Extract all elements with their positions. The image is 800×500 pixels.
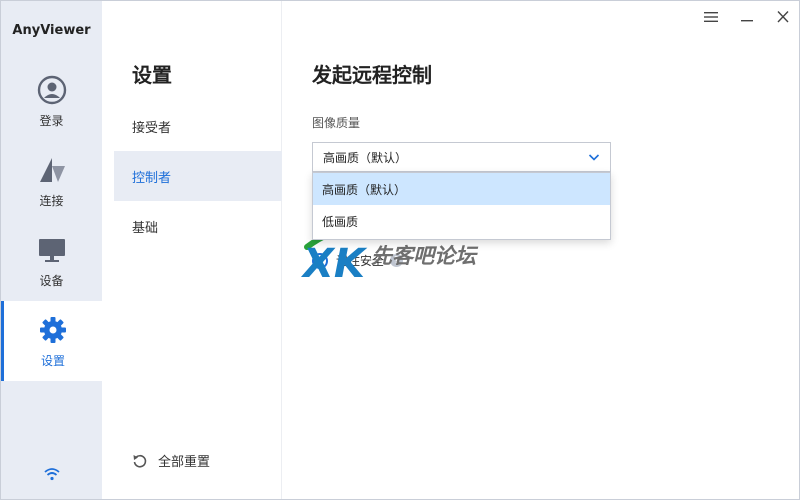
image-quality-select[interactable]: 高画质（默认） [312,142,611,172]
image-quality-label: 图像质量 [312,116,361,130]
menu-button[interactable] [699,7,723,27]
reset-icon [133,454,147,468]
user-icon [36,74,68,106]
monitor-icon [36,234,68,266]
image-quality-value: 高画质（默认） [323,150,408,165]
wifi-icon [43,465,61,483]
nav-item-login[interactable]: 登录 [1,61,102,141]
reset-all-button[interactable]: 全部重置 [132,451,210,470]
app-window: AnyViewer 登录 连接 设备 设置 设置 接受者 控制者 基础 全部重置… [0,0,800,500]
page-title: 发起远程控制 [312,63,432,87]
submenu-title: 设置 [132,63,172,87]
submenu-item-receiver[interactable]: 接受者 [114,101,282,151]
settings-submenu: 设置 接受者 控制者 基础 全部重置 [102,1,282,499]
nav-item-label: 设置 [40,353,65,368]
dropdown-option-low[interactable]: 低画质 [313,205,610,237]
nav-item-connect[interactable]: 连接 [1,141,102,221]
nav-item-label: 设备 [39,273,64,288]
close-icon [777,11,789,23]
nav-item-label: 登录 [39,113,64,128]
menu-icon [704,12,718,22]
image-quality-dropdown: 高画质（默认） 低画质 [312,172,611,240]
watermark-text: 先客吧论坛 [371,243,479,268]
dropdown-option-high[interactable]: 高画质（默认） [313,173,610,205]
reset-all-label: 全部重置 [158,455,211,470]
nav-item-devices[interactable]: 设备 [1,221,102,301]
minimize-icon [741,20,753,22]
nav-item-settings[interactable]: 设置 [1,301,102,381]
connect-icon [36,154,68,186]
chevron-down-icon [588,154,600,161]
submenu-item-basic[interactable]: 基础 [114,201,282,251]
submenu-item-controller[interactable]: 控制者 [114,151,282,201]
minimize-button[interactable] [735,7,759,27]
watermark-logo-text: XK [301,241,368,281]
app-title: AnyViewer [12,23,91,38]
left-nav: AnyViewer 登录 连接 设备 设置 [1,1,102,499]
nav-item-label: 连接 [39,193,64,208]
close-button[interactable] [771,7,795,27]
gear-icon [37,314,69,346]
